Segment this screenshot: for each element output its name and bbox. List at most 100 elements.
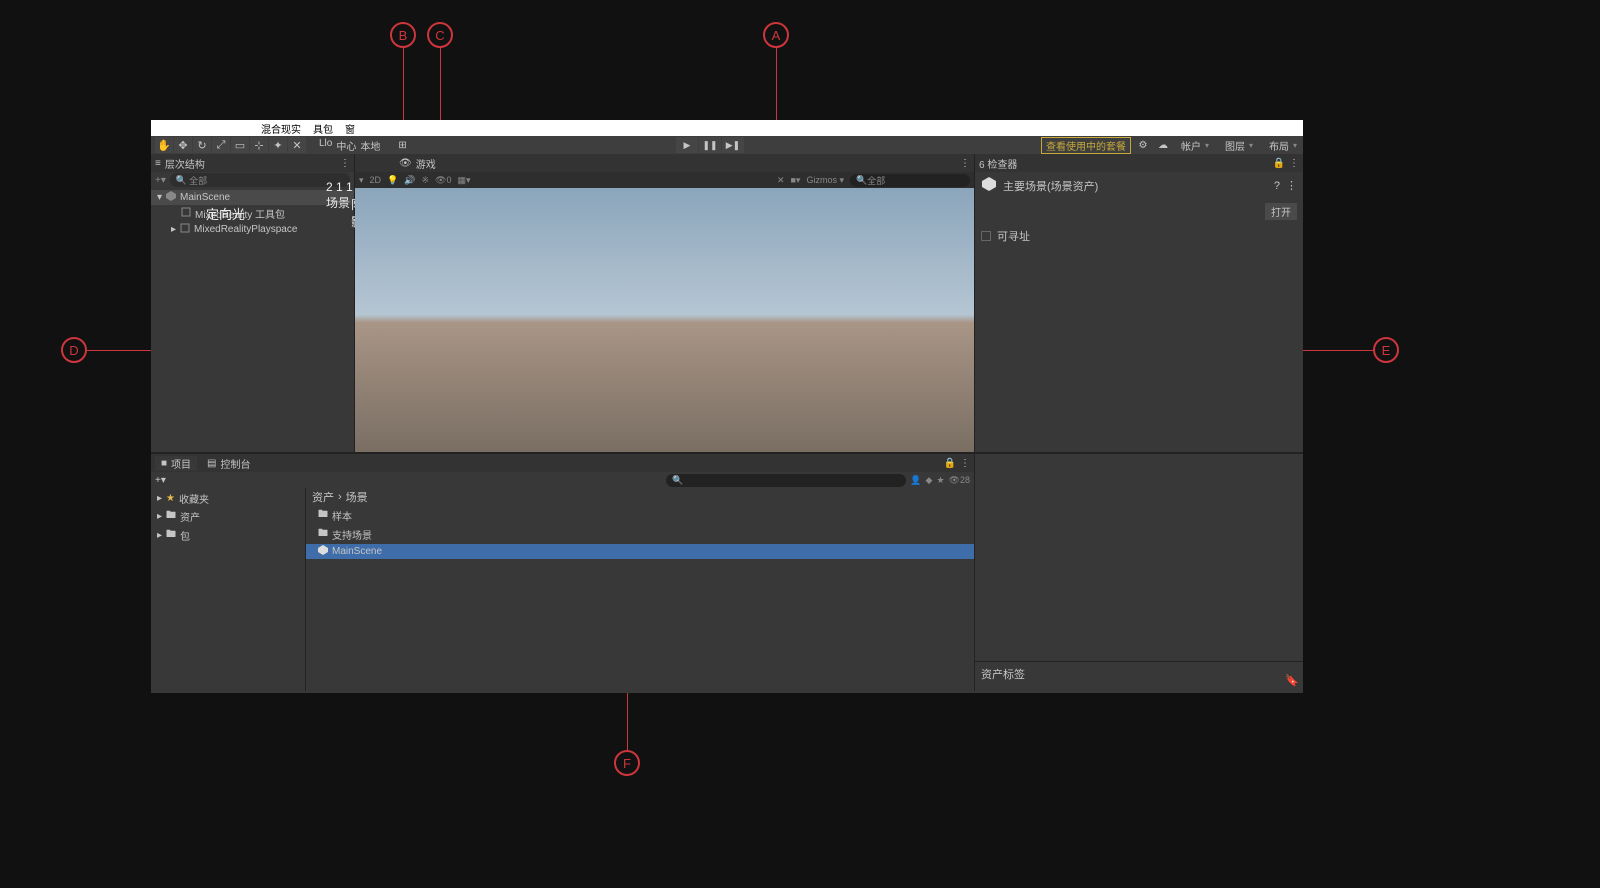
- label-tag-icon[interactable]: 🔖: [1285, 674, 1299, 687]
- shading-dropdown[interactable]: ▾: [359, 175, 364, 186]
- create-button[interactable]: +▾: [155, 475, 166, 486]
- custom-tool2-icon[interactable]: ✕: [288, 137, 306, 153]
- tree-item[interactable]: ▸ 🖿 包: [151, 526, 305, 545]
- menu-item[interactable]: 混合现实: [261, 121, 301, 136]
- step-button[interactable]: ▶❚: [722, 137, 744, 153]
- list-item[interactable]: 🖿 样本: [306, 506, 974, 525]
- grid-icon[interactable]: ▦▾: [457, 175, 470, 186]
- item-label: 收藏夹: [179, 491, 209, 506]
- inspector-body-lower: [975, 454, 1303, 661]
- breadcrumb-item[interactable]: 场景: [346, 489, 368, 505]
- annotation-d: D: [61, 337, 87, 363]
- hierarchy-item[interactable]: MixedReality 工具包: [151, 205, 354, 222]
- rect-tool-icon[interactable]: ▭: [231, 137, 249, 153]
- scene-viewport[interactable]: [355, 188, 974, 452]
- annotation-a: A: [763, 22, 789, 48]
- open-button[interactable]: 打开: [1265, 203, 1297, 220]
- hierarchy-search[interactable]: 🔍 全部: [170, 173, 350, 187]
- pivot-button[interactable]: 中心: [336, 138, 356, 153]
- local-button[interactable]: 本地: [360, 138, 380, 153]
- bottom-row: ■ 项目 ▤ 控制台 🔒 ⋮ +▾ 🔍 👤 ◆ ★ 👁28: [151, 452, 1303, 691]
- addressable-label: 可寻址: [997, 228, 1030, 244]
- tools-icon[interactable]: ✕: [777, 175, 785, 186]
- scene-tab[interactable]: 👁 游戏: [399, 156, 436, 171]
- snap-icon[interactable]: ⊞: [398, 140, 406, 151]
- filter-icon[interactable]: 👤: [910, 475, 921, 486]
- hidden-icon[interactable]: 👁0: [435, 175, 451, 186]
- foldout-icon[interactable]: ▸: [157, 511, 162, 522]
- annotation-f: F: [614, 750, 640, 776]
- foldout-icon[interactable]: ▾: [157, 192, 162, 203]
- pause-button[interactable]: ❚❚: [699, 137, 721, 153]
- project-tab[interactable]: ■ 项目: [155, 456, 197, 471]
- list-item[interactable]: 🖿 支持场景: [306, 525, 974, 544]
- folder-icon: 🖿: [318, 507, 328, 524]
- search-text: 全部: [867, 174, 885, 187]
- filter-icon[interactable]: ◆: [926, 475, 933, 486]
- breadcrumb-item[interactable]: 资产: [312, 489, 334, 505]
- gizmos-dropdown[interactable]: Gizmos ▾: [806, 175, 844, 186]
- context-menu-icon[interactable]: ⋮: [1286, 179, 1297, 192]
- foldout-icon[interactable]: ▸: [171, 224, 176, 235]
- hierarchy-item[interactable]: ▸ MixedRealityPlayspace: [151, 222, 354, 237]
- lock-icon[interactable]: 🔒: [944, 458, 956, 469]
- menu-icon: ≡: [155, 158, 161, 169]
- scale-tool-icon[interactable]: ⤢: [212, 137, 230, 153]
- hierarchy-title: 层次结构: [165, 156, 336, 171]
- search-icon: 🔍: [176, 175, 187, 186]
- play-button[interactable]: ▶: [676, 137, 698, 153]
- rotate-tool-icon[interactable]: ↻: [193, 137, 211, 153]
- unity-icon: [981, 176, 997, 195]
- context-menu-icon[interactable]: ⋮: [340, 158, 350, 169]
- hierarchy-tree[interactable]: ▾ MainScene MixedReality 工具包 ▸: [151, 188, 354, 452]
- help-icon[interactable]: ?: [1274, 180, 1280, 192]
- main-toolbar: ✋ ✥ ↻ ⤢ ▭ ⊹ ✦ ✕ Llo 中心 本地 ⊞ ▶ ❚❚ ▶❚ 查看使用…: [151, 136, 1303, 154]
- 2d-toggle[interactable]: 2D: [370, 175, 382, 185]
- fx-icon[interactable]: ※: [421, 175, 429, 186]
- transform-tool-icon[interactable]: ⊹: [250, 137, 268, 153]
- layout-dropdown[interactable]: 布局: [1263, 138, 1303, 153]
- item-label: 包: [180, 528, 190, 543]
- checkbox[interactable]: [981, 231, 991, 241]
- annotation-b: B: [390, 22, 416, 48]
- cloud-icon[interactable]: ☁: [1155, 137, 1171, 153]
- scene-root[interactable]: ▾ MainScene: [151, 190, 354, 205]
- item-label: MixedReality 工具包: [195, 206, 285, 221]
- hidden-count[interactable]: 👁28: [949, 475, 970, 486]
- preview-packages-label[interactable]: 查看使用中的套餐: [1041, 137, 1131, 154]
- project-content: 资产 › 场景 🖿 样本 🖿 支持场景: [306, 488, 974, 691]
- tree-item[interactable]: ▸ 🖿 资产: [151, 507, 305, 526]
- context-menu-icon[interactable]: ⋮: [1289, 158, 1299, 169]
- lock-icon[interactable]: 🔒: [1273, 158, 1285, 169]
- menu-item[interactable]: 窗: [345, 121, 355, 136]
- audio-icon[interactable]: 🔊: [404, 175, 415, 186]
- move-tool-icon[interactable]: ✥: [174, 137, 192, 153]
- favorites-item[interactable]: ▸ ★ 收藏夹: [151, 490, 305, 507]
- list-item[interactable]: MainScene: [306, 544, 974, 559]
- unity-icon: [166, 191, 176, 204]
- project-tree[interactable]: ▸ ★ 收藏夹 ▸ 🖿 资产 ▸ 🖿 包: [151, 488, 306, 691]
- context-menu-icon[interactable]: ⋮: [960, 158, 970, 169]
- filter-icon[interactable]: ★: [936, 475, 944, 486]
- services-icon[interactable]: ⚙: [1135, 137, 1151, 153]
- foldout-icon[interactable]: ▸: [157, 493, 162, 504]
- search-text: 全部: [189, 174, 207, 187]
- llo-label[interactable]: Llo: [319, 138, 332, 153]
- project-list[interactable]: 🖿 样本 🖿 支持场景 MainScene: [306, 506, 974, 691]
- layers-dropdown[interactable]: 图层: [1219, 138, 1259, 153]
- menu-item[interactable]: 具包: [313, 121, 333, 136]
- scene-search[interactable]: 🔍 全部: [850, 174, 970, 187]
- project-search[interactable]: 🔍: [666, 474, 906, 487]
- account-dropdown[interactable]: 帐户: [1175, 138, 1215, 153]
- create-button[interactable]: +▾: [155, 175, 166, 186]
- context-menu-icon[interactable]: ⋮: [960, 458, 970, 469]
- unity-icon: [318, 545, 328, 558]
- camera-icon[interactable]: ■▾: [790, 175, 800, 186]
- console-tab[interactable]: ▤ 控制台: [201, 456, 256, 471]
- light-icon[interactable]: 💡: [387, 175, 398, 186]
- custom-tool-icon[interactable]: ✦: [269, 137, 287, 153]
- foldout-icon[interactable]: ▸: [157, 530, 162, 541]
- inspector-asset-row: 主要场景(场景资产) ? ⋮: [975, 172, 1303, 199]
- folder-icon: 🖿: [166, 508, 176, 525]
- hand-tool-icon[interactable]: ✋: [155, 137, 173, 153]
